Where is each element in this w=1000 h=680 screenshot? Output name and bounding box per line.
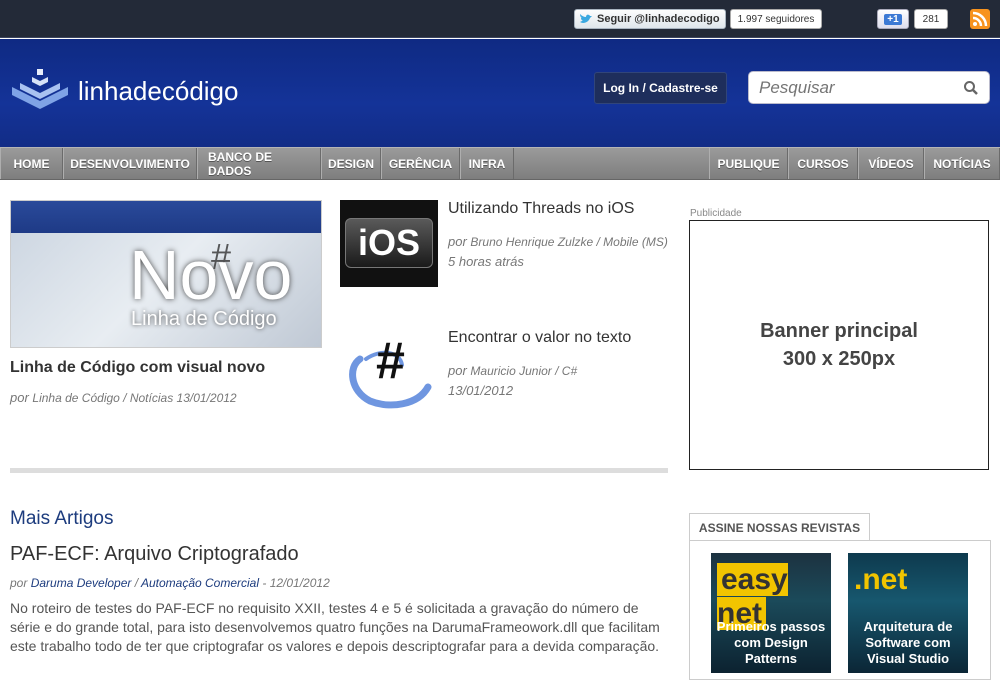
article-meta: por Mauricio Junior / C# 13/01/2012 [448,361,668,401]
twitter-bird-icon [580,14,592,23]
csharp-thumbnail[interactable]: # [340,329,438,416]
paf-article-title[interactable]: PAF-ECF: Arquivo Criptografado [10,543,299,566]
site-logo[interactable]: linhadecódigo [10,69,238,113]
search-icon[interactable] [963,80,979,96]
top-bar: Seguir @linhadecodigo 1.997 seguidores +… [0,0,1000,38]
revistas-tab[interactable]: ASSINE NOSSAS REVISTAS [689,513,870,541]
paf-sep: / [131,576,141,590]
twitter-followers-count: 1.997 seguidores [730,9,822,29]
google-plus-count: 281 [914,9,948,29]
featured-image-header [11,201,321,233]
site-header: linhadecódigo Log In / Cadastre-se [0,39,1000,147]
magazine-title: .net [854,563,908,596]
article-title[interactable]: Encontrar o valor no texto [448,329,631,347]
article-by: por [448,363,467,378]
nav-infra[interactable]: INFRA [460,148,514,179]
nav-banco-de-dados[interactable]: BANCO DE DADOS [197,148,321,179]
banner-line-2: 300 x 250px [782,348,896,370]
publicidade-label: Publicidade [690,208,742,219]
nav-noticias[interactable]: NOTÍCIAS [924,148,1000,179]
google-plus-label: +1 [884,13,902,25]
section-divider [10,468,668,473]
twitter-follow-button[interactable]: Seguir @linhadecodigo [574,9,726,29]
featured-image-title: Novo [129,236,293,314]
paf-article-meta: por Daruma Developer / Automação Comerci… [10,576,330,590]
nav-desenvolvimento[interactable]: DESENVOLVIMENTO [63,148,197,179]
magazine-cover-net[interactable]: .net Arquitetura de Software com Visual … [848,553,968,673]
article-title[interactable]: Utilizando Threads no iOS [448,200,634,218]
article-meta: por Bruno Henrique Zulzke / Mobile (MS) … [448,232,668,272]
featured-meta: por Linha de Código / Notícias 13/01/201… [10,390,237,405]
mais-artigos-heading: Mais Artigos [10,508,114,529]
google-plus-button[interactable]: +1 [877,9,909,29]
featured-image[interactable]: # Novo Linha de Código [10,200,322,348]
ios-logo: iOS [345,218,433,268]
rss-icon[interactable] [970,9,990,29]
magazine-caption: Primeiros passos com Design Patterns [716,619,826,666]
search-input[interactable] [749,72,949,103]
login-button[interactable]: Log In / Cadastre-se [594,72,727,104]
nav-cursos[interactable]: CURSOS [788,148,858,179]
paf-category-link[interactable]: Automação Comercial [141,576,259,590]
article-date: 5 horas atrás [448,254,524,269]
csharp-hash: # [376,332,405,390]
featured-image-subtitle: Linha de Código [131,308,277,330]
main-nav: HOME DESENVOLVIMENTO BANCO DE DADOS DESI… [0,147,1000,180]
featured-by: por [10,390,29,405]
article-author-category[interactable]: Mauricio Junior / C# [470,364,577,378]
ios-thumbnail[interactable]: iOS [340,200,438,287]
featured-title[interactable]: Linha de Código com visual novo [10,359,265,377]
featured-sep: / [119,391,130,405]
logo-text: linhadecódigo [78,75,239,106]
banner-line-1: Banner principal [760,320,918,342]
nav-videos[interactable]: VÍDEOS [858,148,924,179]
nav-home[interactable]: HOME [0,148,63,179]
paf-date: - 12/01/2012 [259,576,330,590]
search-box [748,71,990,104]
magazine-cover-easynet[interactable]: easy net Primeiros passos com Design Pat… [711,553,831,673]
article-by: por [448,234,467,249]
nav-design[interactable]: DESIGN [321,148,381,179]
logo-icon [12,69,68,109]
paf-author-link[interactable]: Daruma Developer [31,576,132,590]
ad-banner[interactable]: Banner principal 300 x 250px [689,220,989,470]
paf-article-body: No roteiro de testes do PAF-ECF no requi… [10,600,660,654]
nav-gerencia[interactable]: GERÊNCIA [381,148,460,179]
article-author-category[interactable]: Bruno Henrique Zulzke / Mobile (MS) [470,235,667,249]
featured-category-date: Notícias 13/01/2012 [129,391,237,405]
featured-author[interactable]: Linha de Código [32,391,119,405]
magazine-caption: Arquitetura de Software com Visual Studi… [863,619,953,666]
article-date: 13/01/2012 [448,383,514,398]
paf-by: por [10,576,28,590]
nav-publique[interactable]: PUBLIQUE [709,148,788,179]
twitter-follow-label: Seguir @linhadecodigo [597,13,720,25]
